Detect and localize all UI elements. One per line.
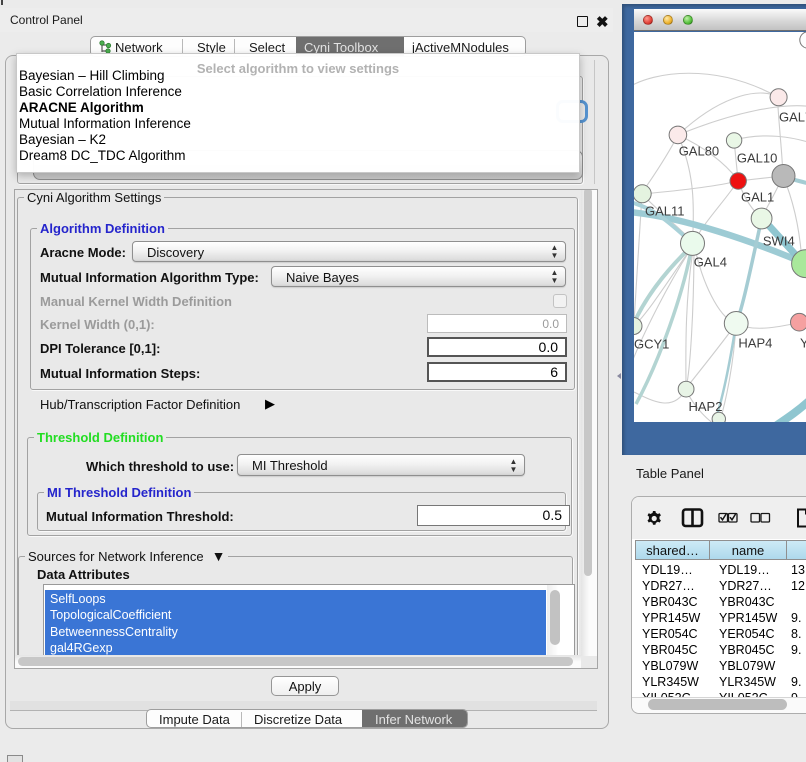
svg-text:HAP4: HAP4 — [738, 336, 772, 351]
svg-text:GAL11: GAL11 — [645, 204, 685, 219]
svg-text:Y: Y — [800, 336, 806, 351]
svg-text:GAL10: GAL10 — [737, 151, 777, 166]
svg-text:GAL7: GAL7 — [779, 110, 806, 125]
svg-text:GAL80: GAL80 — [679, 144, 719, 159]
svg-text:SWI4: SWI4 — [763, 234, 795, 249]
svg-text:HAP2: HAP2 — [689, 399, 723, 414]
svg-text:GAL4: GAL4 — [694, 255, 727, 270]
svg-text:GCY1: GCY1 — [634, 337, 669, 352]
svg-text:GAL1: GAL1 — [741, 190, 774, 205]
